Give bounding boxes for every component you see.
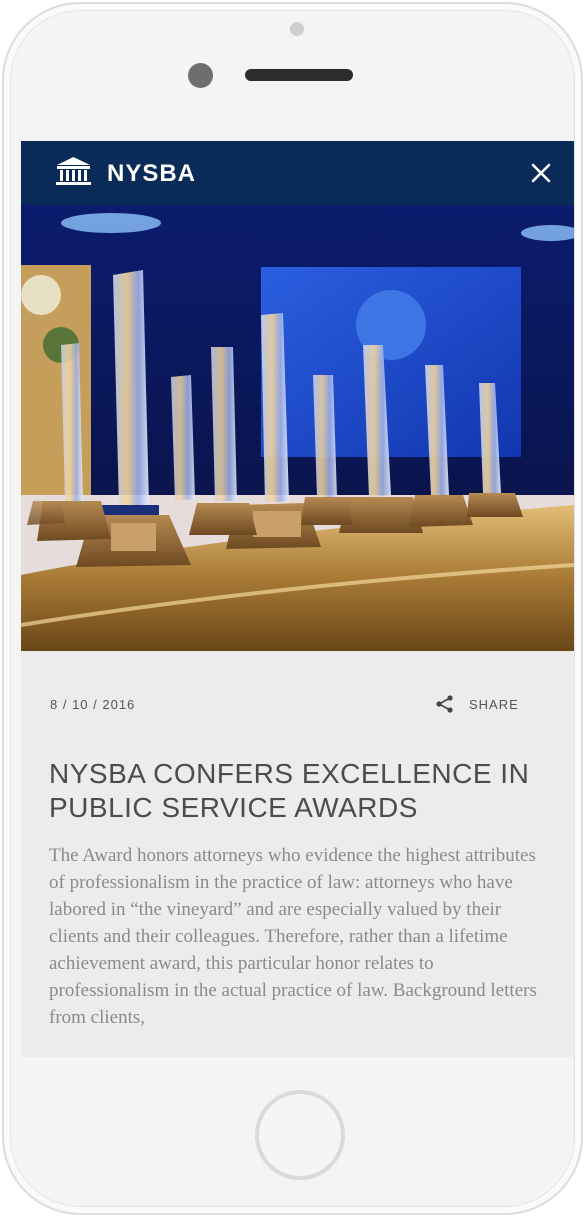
article-date: 8 / 10 / 2016	[50, 697, 136, 712]
front-camera	[188, 63, 213, 88]
close-icon[interactable]	[529, 161, 553, 185]
article-body: The Award honors attorneys who evidence …	[49, 845, 537, 1028]
brand-name: NYSBA	[107, 160, 197, 187]
share-icon	[436, 695, 453, 713]
article-title: NYSBA CONFERS EXCELLENCE IN PUBLIC SERVI…	[49, 758, 530, 823]
proximity-sensor	[290, 22, 304, 36]
share-label: SHARE	[469, 696, 519, 712]
hero-image	[21, 205, 574, 651]
share-button[interactable]: SHARE	[435, 694, 519, 714]
phone-frame: NYSBA 8 / 10 / 2016 SHARE NYSBA CONFERS …	[2, 2, 583, 1215]
app-header: NYSBA	[21, 141, 574, 205]
phone-screen: NYSBA 8 / 10 / 2016 SHARE NYSBA CONFERS …	[21, 141, 574, 1057]
courthouse-icon	[56, 157, 91, 185]
earpiece-speaker	[245, 69, 353, 81]
home-button[interactable]	[255, 1090, 345, 1180]
article-card: 8 / 10 / 2016 SHARE NYSBA CONFERS EXCELL…	[21, 651, 574, 1057]
